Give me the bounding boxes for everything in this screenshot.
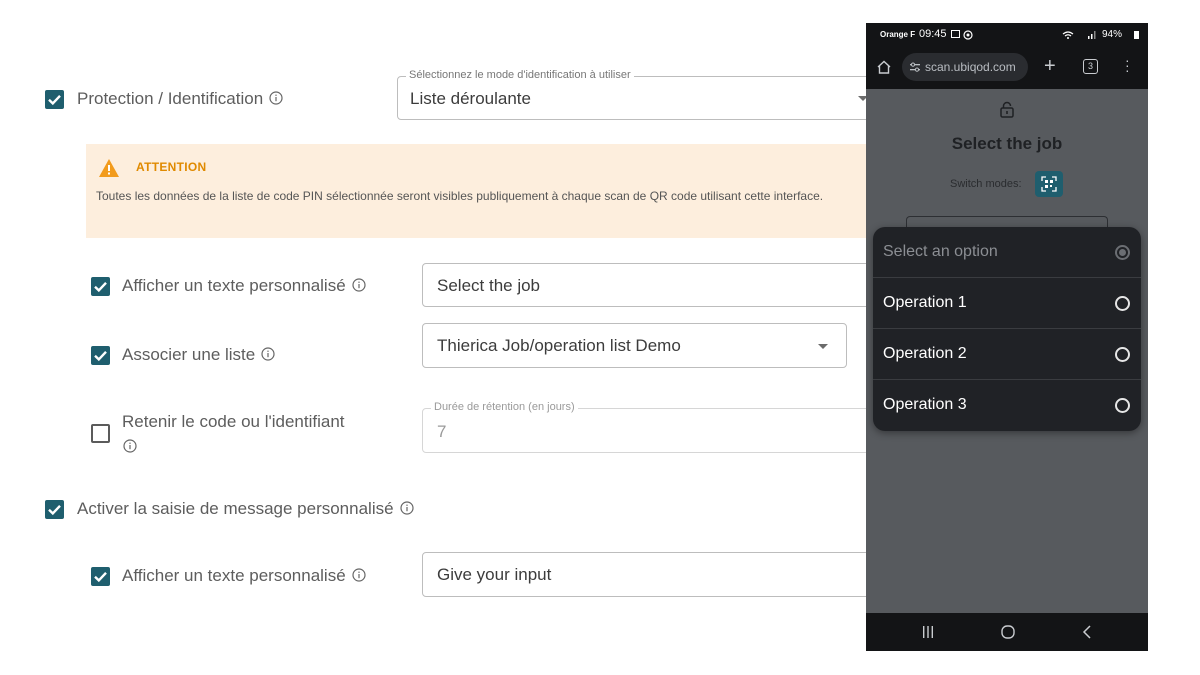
check-icon	[48, 504, 61, 516]
lock-icon	[1000, 101, 1014, 118]
custom-text-value: Select the job	[437, 276, 541, 295]
site-settings-icon	[910, 62, 920, 72]
info-icon[interactable]	[352, 277, 366, 297]
url-text: scan.ubiqod.com	[925, 60, 1016, 74]
options-dropdown: Select an option Operation 1 Operation 2…	[873, 227, 1141, 431]
message-input-checkbox[interactable]	[45, 500, 64, 519]
info-icon[interactable]	[123, 439, 137, 458]
battery-icon	[1134, 31, 1139, 39]
retain-label: Retenir le code ou l'identifiant	[122, 412, 345, 431]
back-icon[interactable]	[1082, 625, 1092, 639]
info-icon[interactable]	[269, 90, 283, 110]
qr-code-icon	[1041, 176, 1057, 192]
address-bar[interactable]: scan.ubiqod.com	[902, 53, 1028, 81]
associate-list-label: Associer une liste	[122, 345, 275, 366]
new-tab-icon[interactable]: +	[1044, 55, 1056, 78]
associate-list-select[interactable]: Thierica Job/operation list Demo	[422, 323, 847, 368]
protection-checkbox[interactable]	[45, 90, 64, 109]
dropdown-option-placeholder[interactable]: Select an option	[873, 227, 1141, 278]
radio-icon	[1115, 296, 1130, 311]
associate-list-checkbox[interactable]	[91, 346, 110, 365]
dropdown-option[interactable]: Operation 3	[873, 380, 1141, 431]
retention-days-value: 7	[437, 422, 447, 441]
option-label: Operation 1	[883, 294, 967, 311]
identification-mode-select[interactable]: Sélectionnez le mode d'identification à …	[397, 69, 881, 120]
option-label: Operation 2	[883, 345, 967, 362]
warning-icon	[99, 159, 119, 177]
info-icon[interactable]	[352, 567, 366, 587]
check-icon	[94, 281, 107, 293]
protection-label: Protection / Identification	[77, 89, 283, 110]
custom-text-2-label: Afficher un texte personnalisé	[122, 566, 366, 587]
message-input-label: Activer la saisie de message personnalis…	[77, 499, 414, 520]
identification-mode-legend: Sélectionnez le mode d'identification à …	[406, 69, 634, 81]
custom-text-input[interactable]: Select the job	[422, 263, 881, 307]
custom-text-label: Afficher un texte personnalisé	[122, 276, 366, 297]
associate-list-value: Thierica Job/operation list Demo	[437, 336, 681, 355]
radio-icon	[1115, 347, 1130, 362]
signal-wifi-icon	[1062, 31, 1096, 39]
home-button-icon[interactable]	[1001, 625, 1015, 639]
status-bar: Orange F 09:45 94%	[866, 23, 1148, 47]
dropdown-option[interactable]: Operation 1	[873, 278, 1141, 329]
custom-text-checkbox[interactable]	[91, 277, 110, 296]
switch-modes-label: Switch modes:	[950, 178, 1022, 190]
phone-preview: Orange F 09:45 94% scan.ubiqod.com + 3 ·…	[866, 23, 1148, 651]
retention-days-input[interactable]: Durée de rétention (en jours) 7	[422, 401, 881, 453]
check-icon	[94, 571, 107, 583]
chevron-down-icon	[818, 344, 828, 349]
recent-apps-icon[interactable]	[922, 626, 934, 638]
qr-scan-button[interactable]	[1035, 171, 1063, 197]
check-icon	[94, 350, 107, 362]
tab-count[interactable]: 3	[1083, 59, 1098, 74]
home-icon[interactable]	[876, 59, 892, 75]
dropdown-option[interactable]: Operation 2	[873, 329, 1141, 380]
custom-text-2-value: Give your input	[437, 565, 552, 584]
option-label: Operation 3	[883, 396, 967, 413]
custom-text-2-checkbox[interactable]	[91, 567, 110, 586]
identification-mode-value: Liste déroulante	[410, 89, 531, 108]
radio-selected-icon	[1115, 245, 1130, 260]
attention-title: ATTENTION	[136, 160, 207, 174]
info-icon[interactable]	[399, 500, 414, 520]
clock: 09:45	[919, 28, 947, 40]
android-nav-bar	[866, 613, 1148, 651]
notification-icons	[951, 30, 973, 40]
info-icon[interactable]	[261, 346, 275, 366]
retention-days-legend: Durée de rétention (en jours)	[431, 401, 578, 413]
attention-banner: ATTENTION Toutes les données de la liste…	[86, 144, 876, 238]
attention-text: Toutes les données de la liste de code P…	[96, 189, 824, 203]
more-menu-icon[interactable]: · · ·	[1125, 53, 1130, 77]
browser-bar: scan.ubiqod.com + 3 · · ·	[866, 47, 1148, 89]
radio-icon	[1115, 398, 1130, 413]
carrier-label: Orange F	[880, 30, 916, 39]
phone-page-title: Select the job	[951, 134, 1063, 153]
retain-checkbox[interactable]	[91, 424, 110, 443]
check-icon	[48, 94, 61, 106]
battery-percent: 94%	[1102, 29, 1123, 40]
option-label: Select an option	[883, 243, 998, 260]
custom-text-2-input[interactable]: Give your input	[422, 552, 881, 597]
